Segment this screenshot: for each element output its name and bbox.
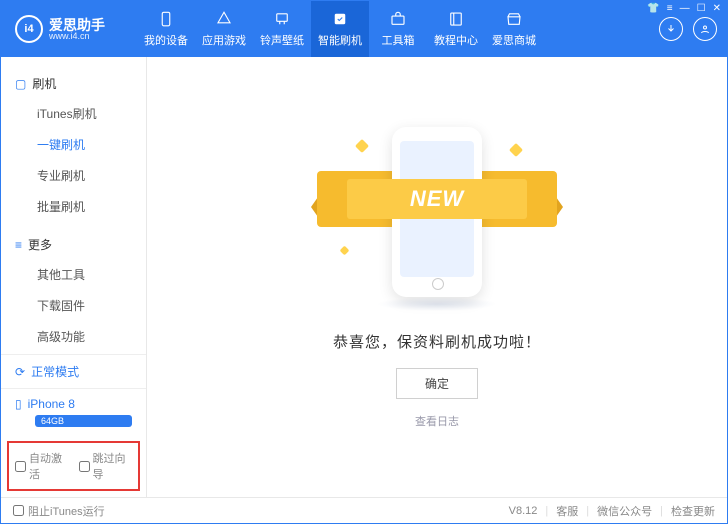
list-icon: ≡ (15, 238, 22, 252)
sidebar-device[interactable]: ▯ iPhone 8 64GB (1, 389, 146, 435)
wechat-link[interactable]: 微信公众号 (597, 503, 652, 519)
new-ribbon: NEW (347, 179, 527, 219)
block-itunes-check[interactable]: 阻止iTunes运行 (13, 503, 105, 519)
nav-label: 工具箱 (382, 32, 415, 48)
sidebar-mode-status[interactable]: ⟳ 正常模式 (1, 355, 146, 389)
book-icon (447, 10, 465, 28)
nav-label: 铃声壁纸 (260, 32, 304, 48)
check-label: 阻止iTunes运行 (28, 503, 105, 519)
shop-icon (505, 10, 523, 28)
sidebar-group-more[interactable]: ≡ 更多 (1, 230, 146, 259)
nav-label: 教程中心 (434, 32, 478, 48)
apps-icon (215, 10, 233, 28)
storage-badge: 64GB (35, 415, 132, 427)
nav-toolbox[interactable]: 工具箱 (369, 1, 427, 57)
device-name: iPhone 8 (28, 397, 75, 411)
status-bar: 阻止iTunes运行 V8.12 | 客服 | 微信公众号 | 检查更新 (1, 497, 727, 523)
win-maximize-icon[interactable]: ☐ (697, 3, 706, 14)
nav-flash[interactable]: 智能刷机 (311, 1, 369, 57)
flash-icon (331, 10, 349, 28)
sidebar-item-download-firmware[interactable]: 下载固件 (1, 290, 146, 321)
ok-button[interactable]: 确定 (396, 368, 478, 399)
check-skip-guide[interactable]: 跳过向导 (79, 450, 133, 482)
check-update-link[interactable]: 检查更新 (671, 503, 715, 519)
sparkle-icon (340, 246, 350, 256)
sidebar-group-flash[interactable]: ▢ 刷机 (1, 69, 146, 98)
checkbox[interactable] (15, 461, 26, 472)
check-label: 跳过向导 (93, 450, 133, 482)
app-header: 👕 ≡ — ☐ ✕ i4 爱思助手 www.i4.cn 我的设备 应用游戏 (1, 1, 727, 57)
toolbox-icon (389, 10, 407, 28)
win-close-icon[interactable]: ✕ (713, 3, 721, 14)
win-menu-icon[interactable]: ≡ (667, 3, 673, 14)
checkbox[interactable] (79, 461, 90, 472)
top-nav: 我的设备 应用游戏 铃声壁纸 智能刷机 工具箱 教程中心 (137, 1, 543, 57)
success-message: 恭喜您，保资料刷机成功啦！ (333, 331, 541, 352)
sidebar-group-label: 更多 (28, 236, 52, 253)
success-illustration: NEW (317, 117, 557, 307)
sidebar-item-oneclick-flash[interactable]: 一键刷机 (1, 129, 146, 160)
nav-shop[interactable]: 爱思商城 (485, 1, 543, 57)
status-mode-label: 正常模式 (31, 363, 79, 380)
sidebar-item-batch-flash[interactable]: 批量刷机 (1, 191, 146, 222)
nav-label: 智能刷机 (318, 32, 362, 48)
nav-apps[interactable]: 应用游戏 (195, 1, 253, 57)
nav-ringtones[interactable]: 铃声壁纸 (253, 1, 311, 57)
phone-icon: ▢ (15, 77, 26, 91)
win-shirt-icon[interactable]: 👕 (647, 3, 659, 14)
phone-icon (157, 10, 175, 28)
support-link[interactable]: 客服 (556, 503, 578, 519)
refresh-icon: ⟳ (15, 365, 25, 379)
check-label: 自动激活 (29, 450, 69, 482)
nav-label: 我的设备 (144, 32, 188, 48)
app-logo: i4 爱思助手 www.i4.cn (15, 15, 137, 43)
version-label: V8.12 (509, 505, 538, 517)
logo-icon: i4 (15, 15, 43, 43)
win-minimize-icon[interactable]: — (680, 3, 690, 14)
sidebar-item-itunes-flash[interactable]: iTunes刷机 (1, 98, 146, 129)
app-url: www.i4.cn (49, 32, 105, 41)
main-panel: NEW 恭喜您，保资料刷机成功啦！ 确定 查看日志 (147, 57, 727, 497)
download-button[interactable] (659, 17, 683, 41)
nav-label: 应用游戏 (202, 32, 246, 48)
nav-my-device[interactable]: 我的设备 (137, 1, 195, 57)
nav-tutorials[interactable]: 教程中心 (427, 1, 485, 57)
user-button[interactable] (693, 17, 717, 41)
view-log-link[interactable]: 查看日志 (415, 413, 459, 429)
sidebar-options-highlight: 自动激活 跳过向导 (7, 441, 140, 491)
music-icon (273, 10, 291, 28)
sidebar-item-advanced[interactable]: 高级功能 (1, 321, 146, 352)
sidebar-item-other-tools[interactable]: 其他工具 (1, 259, 146, 290)
check-auto-activate[interactable]: 自动激活 (15, 450, 69, 482)
sparkle-icon (355, 139, 369, 153)
device-icon: ▯ (15, 397, 22, 411)
app-name: 爱思助手 (49, 18, 105, 32)
nav-label: 爱思商城 (492, 32, 536, 48)
sparkle-icon (509, 143, 523, 157)
checkbox[interactable] (13, 505, 24, 516)
sidebar: ▢ 刷机 iTunes刷机 一键刷机 专业刷机 批量刷机 ≡ 更多 其他工具 下… (1, 57, 147, 497)
header-right (659, 17, 717, 41)
window-controls: 👕 ≡ — ☐ ✕ (647, 3, 721, 14)
sidebar-group-label: 刷机 (32, 75, 56, 92)
sidebar-item-pro-flash[interactable]: 专业刷机 (1, 160, 146, 191)
